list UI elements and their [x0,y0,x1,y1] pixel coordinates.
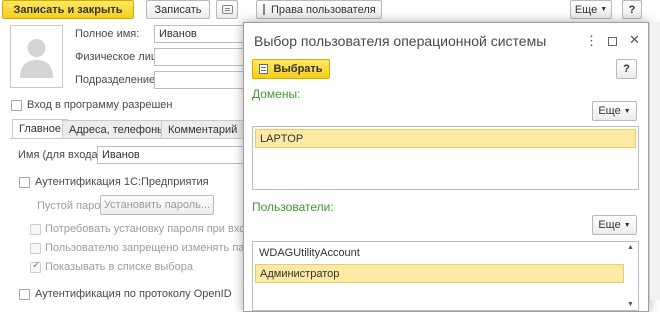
person-field[interactable] [154,48,250,66]
users-more-label: Еще [598,219,621,231]
department-label: Подразделение: [75,74,159,86]
full-name-label: Полное имя: [75,28,140,40]
save-and-close-button[interactable]: Записать и закрыть [2,0,134,19]
full-name-field[interactable]: Иванов [154,25,250,43]
dialog-title: Выбор пользователя операционной системы [254,33,547,49]
more-label: Еще [574,3,598,16]
scrollbar[interactable]: ▲ ▼ [626,244,636,308]
user-silhouette-icon [20,39,53,78]
scroll-down-icon: ▼ [627,301,634,308]
forbid-change-checkbox[interactable] [30,243,41,254]
user-rights-label: Права пользователя [271,3,376,16]
tab-main[interactable]: Главное [12,119,69,138]
forbid-change-label: Пользователю запрещено изменять пароль [45,242,269,254]
list-item[interactable]: WDAGUtilityAccount [255,244,624,263]
more-button[interactable]: Еще ▼ [570,0,612,19]
user-rights-button[interactable]: Права пользователя [256,0,382,19]
auth-1c-label: Аутентификация 1С:Предприятия [35,176,209,188]
chevron-down-icon: ▼ [623,221,631,229]
document-icon [263,4,265,15]
dialog-help-button[interactable]: ? [616,59,637,79]
select-os-user-dialog: Выбор пользователя операционной системы … [243,22,649,312]
more-vertical-icon[interactable]: ⋮ [585,33,598,49]
openid-label: Аутентификация по протоколу OpenID [35,288,232,300]
background-panel-edge [649,22,660,300]
person-label: Физическое лицо: [75,51,167,63]
users-more-button[interactable]: Еще ▼ [592,215,637,235]
domains-more-button[interactable]: Еще ▼ [592,101,637,121]
login-name-field[interactable]: Иванов [97,146,247,164]
show-in-list-checkbox[interactable] [30,260,41,273]
login-allowed-label: Вход в программу разрешен [27,99,173,111]
require-password-checkbox[interactable] [30,224,41,235]
maximize-icon[interactable] [608,37,617,46]
users-title: Пользователи: [252,200,334,214]
require-password-label: Потребовать установку пароля при входе [45,223,258,235]
comment-button[interactable] [216,0,238,19]
close-icon[interactable]: ✕ [629,32,640,48]
users-list: WDAGUtilityAccount Администратор ▲ ▼ [252,241,639,311]
select-button[interactable]: Выбрать [252,59,330,79]
department-field[interactable] [154,71,250,89]
set-password-button[interactable]: Установить пароль... [100,195,214,215]
avatar[interactable] [10,25,63,88]
tab-comment[interactable]: Комментарий [161,120,245,138]
auth-1c-checkbox[interactable] [19,177,30,188]
chevron-down-icon: ▼ [600,6,608,13]
login-name-label: Имя (для входа): [18,149,105,161]
comment-icon [221,5,233,14]
select-icon [259,64,269,74]
domains-title: Домены: [252,87,301,101]
help-button[interactable]: ? [622,0,642,19]
chevron-down-icon: ▼ [623,107,631,115]
tabs-baseline [10,138,245,139]
openid-checkbox[interactable] [19,289,30,300]
scroll-up-icon: ▲ [627,244,634,251]
domains-list: LAPTOP [252,126,639,190]
show-in-list-label: Показывать в списке выбора [45,261,193,273]
list-item[interactable]: LAPTOP [255,129,636,148]
save-button[interactable]: Записать [146,0,210,19]
select-label: Выбрать [273,63,323,75]
tab-addresses-phones[interactable]: Адреса, телефоны [62,120,173,138]
login-allowed-checkbox[interactable] [11,100,22,111]
list-item[interactable]: Администратор [255,264,624,283]
domains-more-label: Еще [598,105,621,117]
